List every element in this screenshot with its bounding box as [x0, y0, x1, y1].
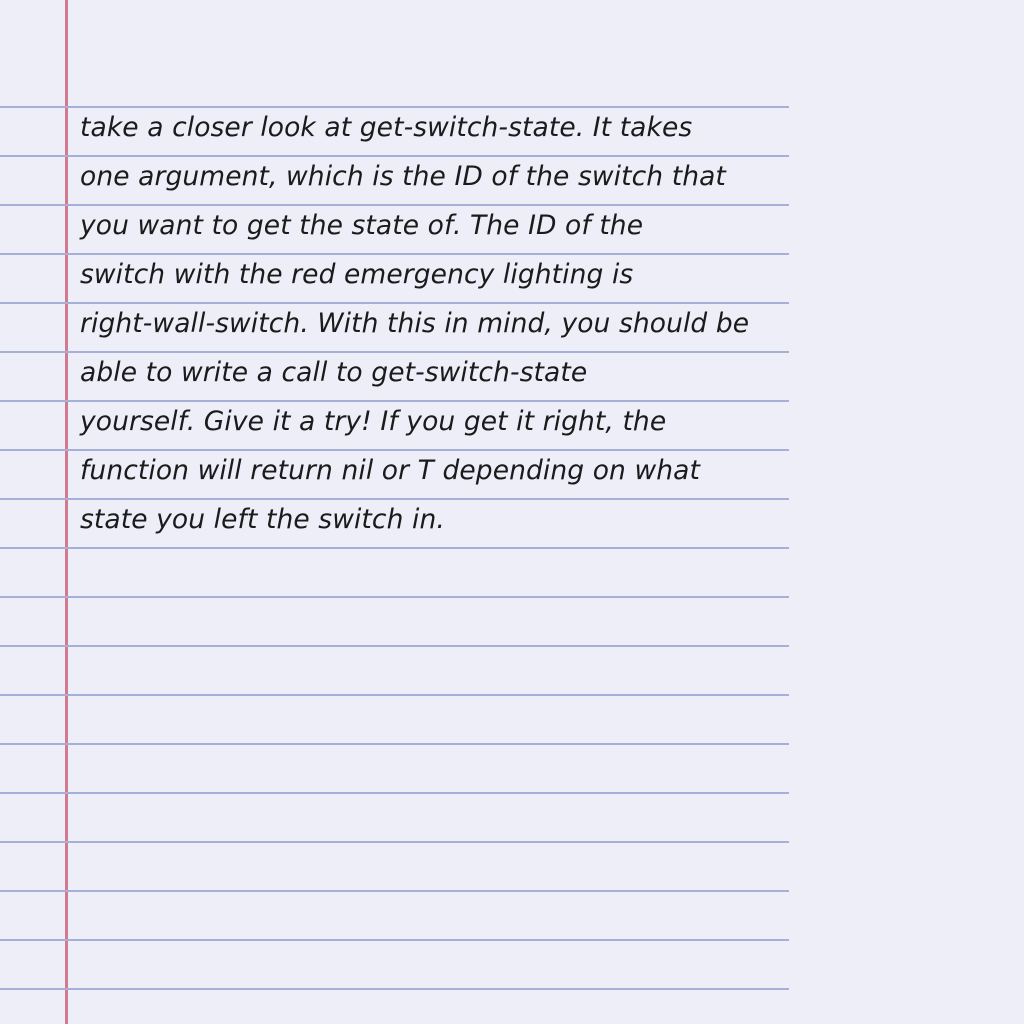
rule-line	[0, 596, 789, 598]
handwritten-line-7: yourself. Give it a try! If you get it r…	[80, 406, 667, 437]
rule-line	[0, 645, 789, 647]
handwritten-line-2: one argument, which is the ID of the swi…	[80, 161, 726, 192]
rule-line	[0, 302, 789, 304]
notebook-page: take a closer look at get-switch-state. …	[0, 0, 1024, 1024]
rule-line	[0, 890, 789, 892]
rule-line	[0, 939, 789, 941]
margin-line	[65, 0, 68, 1024]
rule-line	[0, 743, 789, 745]
rule-line	[0, 155, 789, 157]
rule-line	[0, 106, 789, 108]
rule-line	[0, 204, 789, 206]
handwritten-line-5: right-wall-switch. With this in mind, yo…	[80, 308, 750, 339]
handwritten-line-8: function will return nil or T depending …	[80, 455, 700, 486]
rule-line	[0, 792, 789, 794]
handwritten-line-9: state you left the switch in.	[80, 504, 445, 535]
rule-line	[0, 400, 789, 402]
handwritten-line-3: you want to get the state of. The ID of …	[80, 210, 644, 241]
rule-line	[0, 351, 789, 353]
rule-line	[0, 449, 789, 451]
rule-line	[0, 841, 789, 843]
rule-line	[0, 988, 789, 990]
handwritten-line-4: switch with the red emergency lighting i…	[80, 259, 634, 290]
handwritten-line-1: take a closer look at get-switch-state. …	[80, 112, 693, 143]
rule-line	[0, 694, 789, 696]
handwritten-line-6: able to write a call to get-switch-state	[80, 357, 588, 388]
rule-line	[0, 547, 789, 549]
rule-line	[0, 498, 789, 500]
rule-line	[0, 253, 789, 255]
